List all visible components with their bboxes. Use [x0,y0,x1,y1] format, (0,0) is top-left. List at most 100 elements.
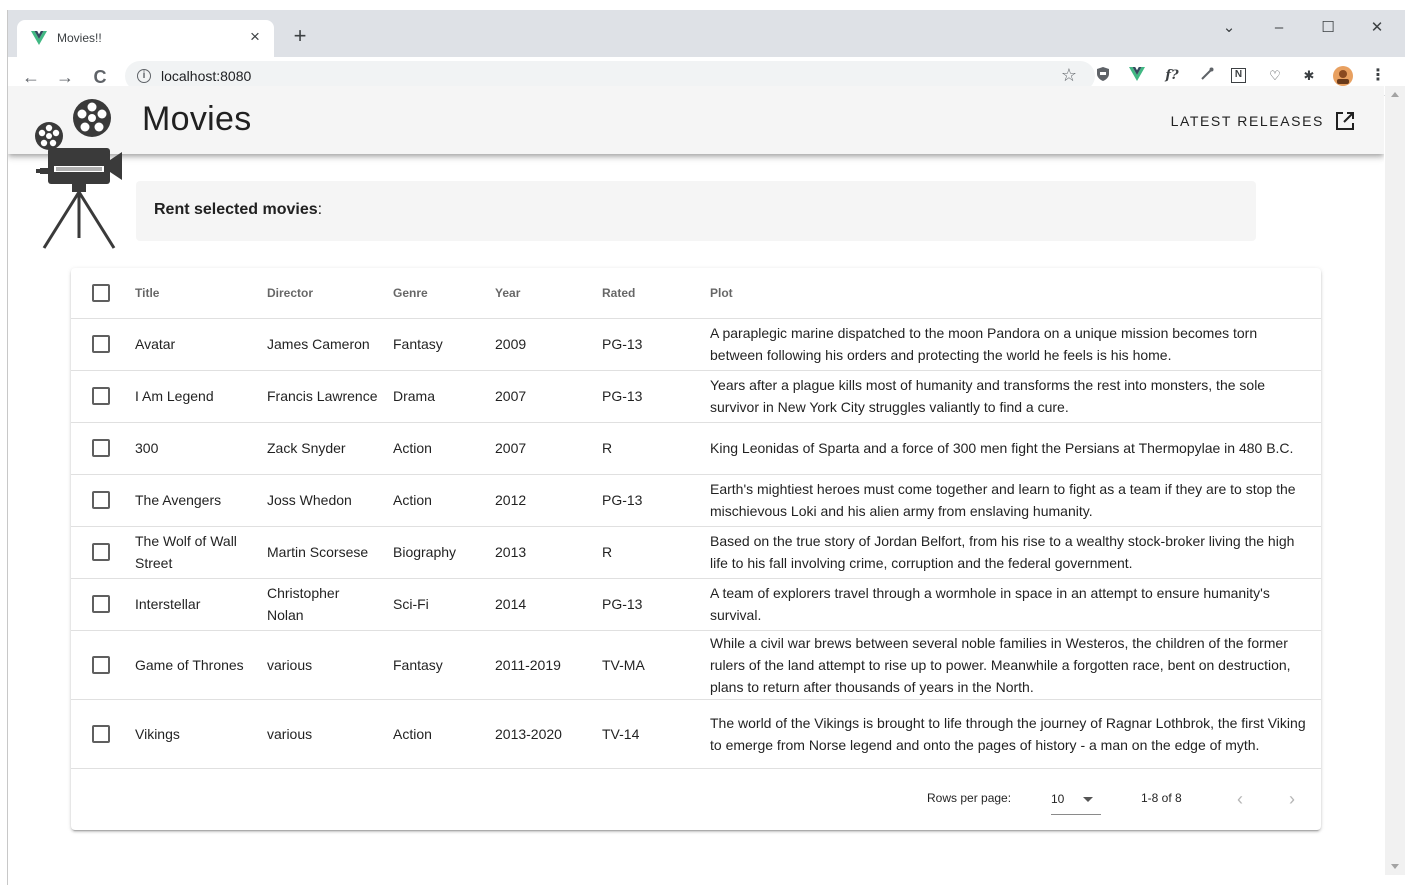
cell-title: 300 [135,422,267,475]
header-title[interactable]: Title [135,268,267,319]
tab-close-icon[interactable]: × [244,26,266,48]
vue-favicon-icon [31,31,47,45]
row-checkbox[interactable] [92,724,110,743]
info-icon[interactable]: i [137,69,151,83]
tab-title: Movies!! [57,31,102,45]
tab-search-icon[interactable]: ⌄ [1214,17,1244,39]
cell-year: 2013 [495,526,602,579]
table-row[interactable]: The Wolf of Wall Street Martin Scorsese … [71,526,1321,579]
cell-year: 2011-2019 [495,630,602,700]
cell-rated: TV-14 [602,699,710,769]
cell-genre: Action [393,699,495,769]
cell-plot: Based on the true story of Jordan Belfor… [710,526,1321,579]
cell-year: 2007 [495,422,602,475]
previous-page-button[interactable]: ‹ [1226,785,1254,813]
row-checkbox[interactable] [92,655,110,674]
select-all-checkbox[interactable] [92,283,110,302]
header-rated[interactable]: Rated [602,268,710,319]
cell-title: Interstellar [135,578,267,631]
latest-releases-label: LATEST RELEASES [1170,113,1324,129]
cell-plot: Earth's mightiest heroes must come toget… [710,474,1321,527]
notion-icon[interactable]: N [1231,68,1246,83]
table-row[interactable]: 300 Zack Snyder Action 2007 R King Leoni… [71,422,1321,475]
vue-devtools-icon[interactable] [1127,66,1147,86]
latest-releases-button[interactable]: LATEST RELEASES [1171,108,1356,134]
cell-title: The Avengers [135,474,267,527]
cell-genre: Fantasy [393,630,495,700]
rent-selection-panel: Rent selected movies: [136,181,1256,241]
header-plot[interactable]: Plot [710,268,1321,319]
cell-director: various [267,699,393,769]
eyedropper-icon[interactable] [1197,66,1217,86]
cell-plot: While a civil war brews between several … [710,630,1321,700]
page-title: Movies [142,100,252,138]
rows-per-page-value: 10 [1051,792,1065,806]
cell-rated: TV-MA [602,630,710,700]
cell-year: 2014 [495,578,602,631]
browser-tab[interactable]: Movies!! × [17,20,274,57]
cell-director: Francis Lawrence [267,370,393,423]
shield-icon[interactable] [1093,66,1113,86]
table-header-row: Title Director Genre Year Rated Plot [71,268,1321,319]
cell-title: Vikings [135,699,267,769]
table-row[interactable]: I Am Legend Francis Lawrence Drama 2007 … [71,370,1321,423]
movie-camera-logo [35,99,122,249]
cell-plot: A team of explorers travel through a wor… [710,578,1321,631]
menu-kebab-icon[interactable]: ⋮ [1368,66,1388,86]
cell-rated: PG-13 [602,370,710,423]
cell-year: 2012 [495,474,602,527]
cell-rated: PG-13 [602,578,710,631]
rent-label: Rent selected movies: [154,201,323,218]
maximize-button[interactable]: ☐ [1313,17,1343,39]
cell-year: 2007 [495,370,602,423]
cell-plot: The world of the Vikings is brought to l… [710,699,1321,769]
cell-rated: R [602,422,710,475]
formula-icon[interactable]: f? [1162,66,1182,86]
table-row[interactable]: Game of Thrones various Fantasy 2011-201… [71,630,1321,700]
table-row[interactable]: Vikings various Action 2013-2020 TV-14 T… [71,699,1321,769]
table-row[interactable]: Interstellar Christopher Nolan Sci-Fi 20… [71,578,1321,631]
cell-year: 2013-2020 [495,699,602,769]
minimize-button[interactable]: – [1264,17,1294,39]
new-tab-button[interactable]: + [288,25,312,49]
movies-table-card: Title Director Genre Year Rated Plot Ava… [71,268,1321,830]
cell-genre: Action [393,474,495,527]
page-scrollbar[interactable] [1385,86,1405,875]
cell-genre: Drama [393,370,495,423]
cell-plot: A paraplegic marine dispatched to the mo… [710,318,1321,371]
cell-title: I Am Legend [135,370,267,423]
page-range: 1-8 of 8 [1141,791,1182,805]
row-checkbox[interactable] [92,439,110,457]
cell-genre: Action [393,422,495,475]
header-director[interactable]: Director [267,268,393,319]
next-page-button[interactable]: › [1278,785,1306,813]
puzzle-icon[interactable]: ✱ [1299,66,1319,86]
row-checkbox[interactable] [92,543,110,561]
close-window-button[interactable]: ✕ [1362,17,1392,39]
cell-director: James Cameron [267,318,393,371]
table-row[interactable]: Avatar James Cameron Fantasy 2009 PG-13 … [71,318,1321,371]
open-in-new-icon [1336,112,1354,130]
pocket-icon[interactable]: ♡ [1265,66,1285,86]
row-checkbox[interactable] [92,491,110,509]
cell-plot: Years after a plague kills most of human… [710,370,1321,423]
scroll-up-icon[interactable] [1391,92,1399,97]
row-checkbox[interactable] [92,387,110,405]
rows-per-page-label: Rows per page: [927,791,1012,805]
header-genre[interactable]: Genre [393,268,495,319]
row-checkbox[interactable] [92,335,110,353]
scroll-down-icon[interactable] [1391,864,1399,869]
tab-strip: Movies!! × + ⌄ – ☐ ✕ [8,10,1405,57]
header-year[interactable]: Year [495,268,602,319]
cell-rated: PG-13 [602,474,710,527]
table-row[interactable]: The Avengers Joss Whedon Action 2012 PG-… [71,474,1321,527]
row-checkbox[interactable] [92,595,110,613]
bookmark-star-icon[interactable]: ☆ [1061,65,1077,86]
rows-per-page-select[interactable]: 10 [1051,783,1101,815]
cell-title: The Wolf of Wall Street [135,526,267,579]
cell-director: Christopher Nolan [267,578,393,631]
dropdown-caret-icon [1083,797,1093,802]
profile-avatar[interactable] [1333,66,1353,86]
cell-rated: R [602,526,710,579]
cell-genre: Sci-Fi [393,578,495,631]
